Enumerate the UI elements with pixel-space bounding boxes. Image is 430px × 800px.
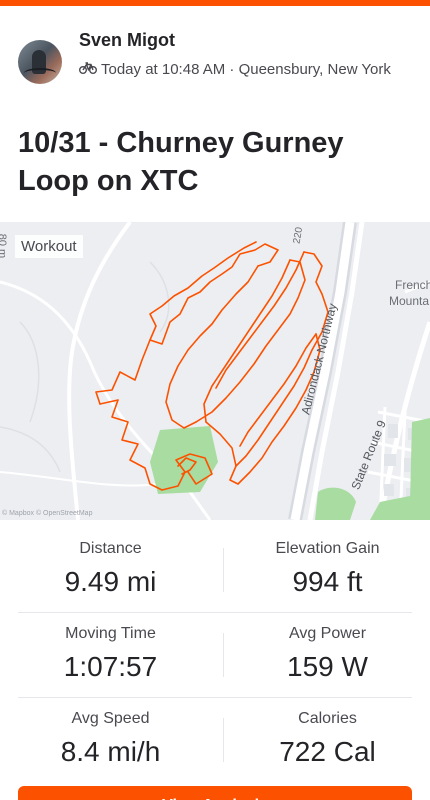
- route-map[interactable]: Workout 80 m 220 Adirondack Northway Sta…: [0, 222, 430, 520]
- activity-header: Sven Migot Today at 10:48 AM · Queensbur…: [18, 28, 418, 108]
- top-accent-bar: [0, 0, 430, 6]
- stats-row: Moving Time 1:07:57 Avg Power 159 W: [0, 613, 430, 698]
- stats-row: Avg Speed 8.4 mi/h Calories 722 Cal: [0, 698, 430, 783]
- view-analysis-button[interactable]: View Analysis: [18, 786, 412, 800]
- stat-label: Avg Power: [288, 625, 367, 642]
- map-type-badge: Workout: [15, 235, 83, 258]
- stat-label: Avg Speed: [71, 710, 150, 727]
- stats-row: Distance 9.49 mi Elevation Gain 994 ft: [0, 528, 430, 613]
- stat-distance: Distance 9.49 mi: [3, 538, 218, 598]
- stat-moving-time: Moving Time 1:07:57: [3, 623, 218, 683]
- stat-value: 994 ft: [292, 566, 363, 597]
- map-attribution: © Mapbox © OpenStreetMap: [2, 510, 93, 517]
- map-label-french: French: [395, 278, 430, 292]
- stat-label: Distance: [79, 540, 142, 557]
- map-label-mountain: Mounta: [389, 294, 430, 308]
- stat-value: 1:07:57: [63, 651, 158, 682]
- stat-label: Elevation Gain: [275, 540, 380, 557]
- stats-grid: Distance 9.49 mi Elevation Gain 994 ft M…: [0, 528, 430, 783]
- stat-calories: Calories 722 Cal: [220, 708, 430, 768]
- map-label-elevation: 80 m: [0, 233, 9, 258]
- activity-title[interactable]: 10/31 - Churney Gurney Loop on XTC: [18, 124, 412, 200]
- stat-label: Calories: [298, 710, 357, 727]
- activity-meta-text: Today at 10:48 AM · Queensbury, New York: [101, 61, 391, 78]
- stat-value: 722 Cal: [279, 736, 376, 767]
- activity-meta: Today at 10:48 AM · Queensbury, New York: [79, 59, 419, 80]
- stat-elevation-gain: Elevation Gain 994 ft: [220, 538, 430, 598]
- bike-icon: [79, 62, 97, 74]
- stat-label: Moving Time: [65, 625, 156, 642]
- athlete-name[interactable]: Sven Migot: [79, 30, 175, 51]
- stat-avg-power: Avg Power 159 W: [220, 623, 430, 683]
- stat-avg-speed: Avg Speed 8.4 mi/h: [3, 708, 218, 768]
- stat-value: 8.4 mi/h: [60, 736, 161, 767]
- stat-value: 159 W: [287, 651, 368, 682]
- avatar[interactable]: [18, 40, 62, 84]
- stat-value: 9.49 mi: [64, 566, 157, 597]
